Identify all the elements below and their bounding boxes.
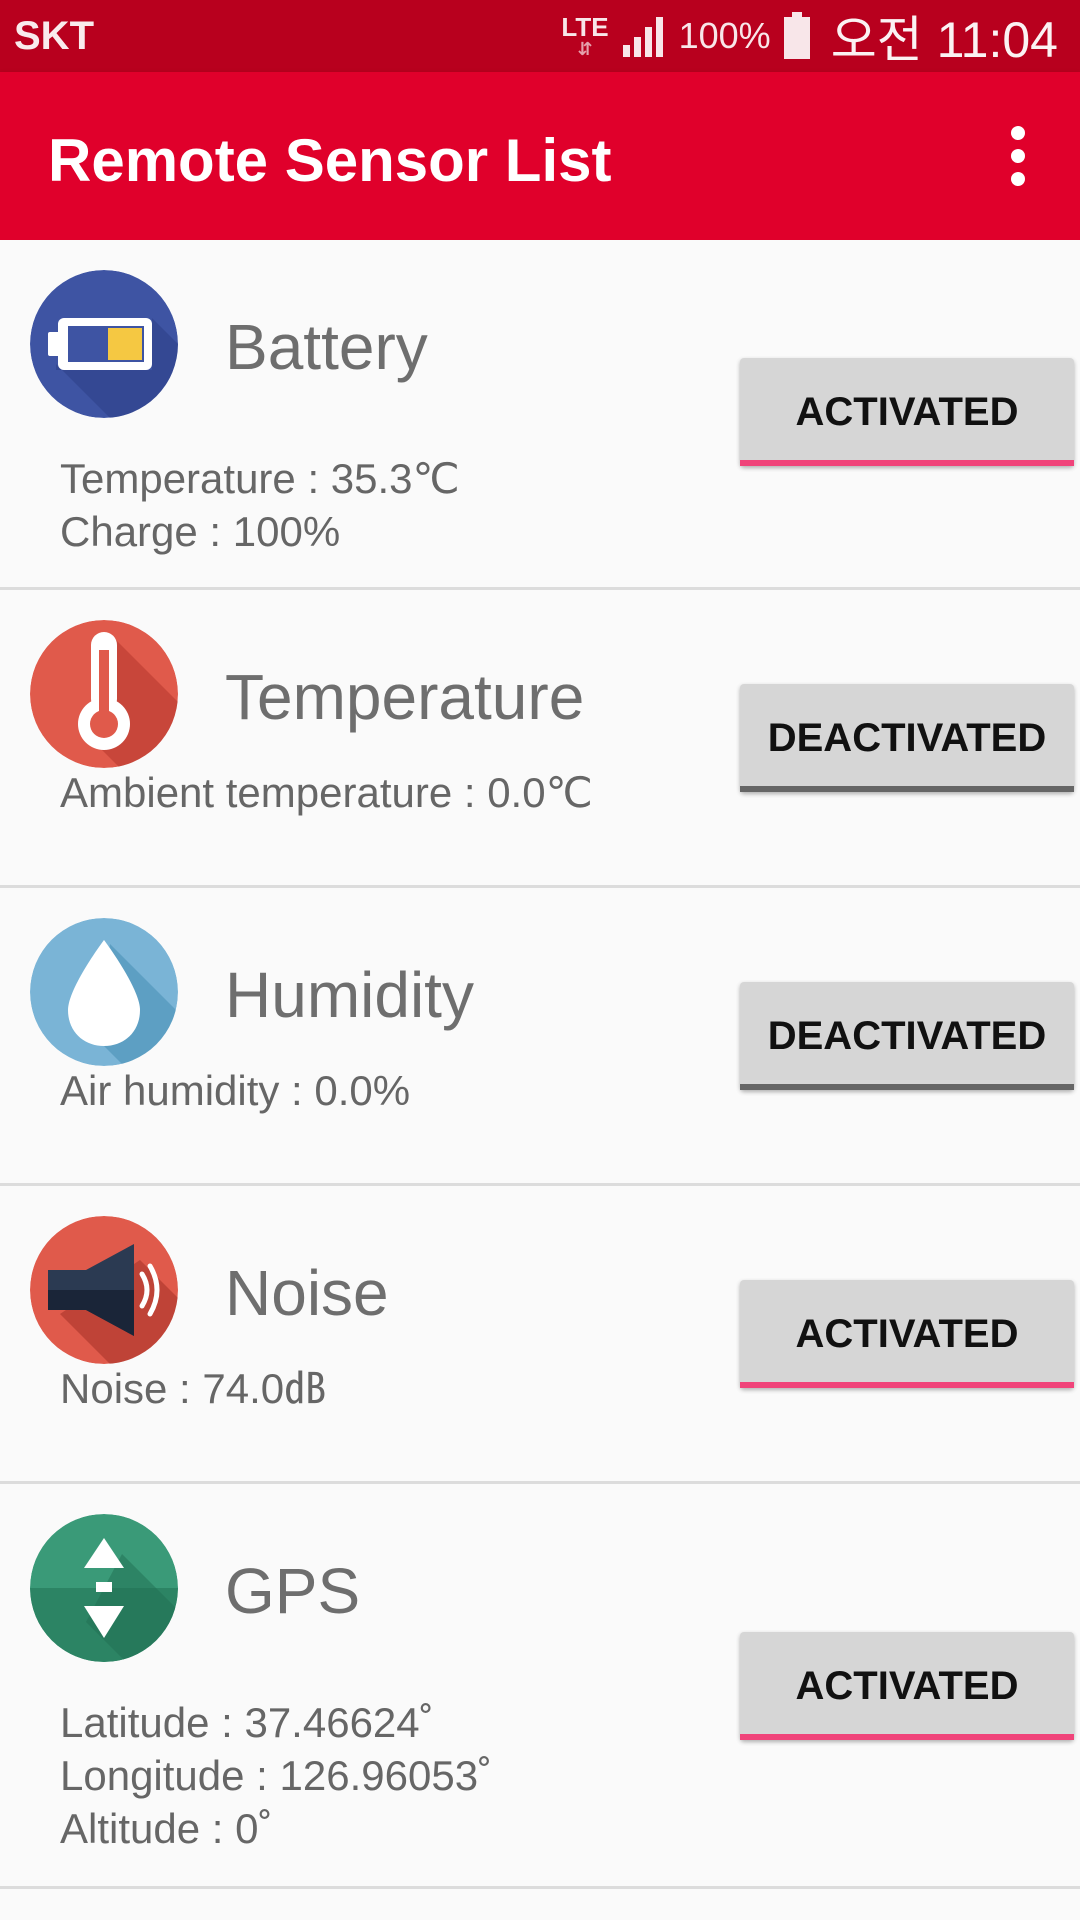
- battery-percent: 100%: [678, 15, 771, 56]
- battery-toggle-button[interactable]: ACTIVATED: [740, 358, 1074, 466]
- detail-line: Ambient temperature : 0.0℃: [60, 769, 593, 816]
- detail-line: Temperature : 35.3℃: [60, 455, 460, 502]
- sensor-details: Temperature : 35.3℃ Charge : 100%: [60, 452, 460, 558]
- status-bar: SKT LTE ⇵ 100% 오전 11:04: [0, 0, 1080, 72]
- temperature-toggle-button[interactable]: DEACTIVATED: [740, 684, 1074, 792]
- sensor-name: Humidity: [225, 959, 474, 1031]
- speaker-icon: [30, 1216, 178, 1364]
- sensor-details: Latitude : 37.46624˚ Longitude : 126.960…: [60, 1696, 492, 1855]
- water-drop-icon: [30, 918, 178, 1066]
- signal-icon: [622, 17, 663, 57]
- sensor-row-battery: Battery Temperature : 35.3℃ Charge : 100…: [0, 240, 1080, 590]
- clock: 오전 11:04: [830, 12, 1058, 68]
- gps-icon: [30, 1514, 178, 1662]
- sensor-name: Temperature: [225, 661, 585, 733]
- detail-line: Longitude : 126.96053˚: [60, 1752, 493, 1799]
- thermometer-icon: [30, 620, 178, 768]
- detail-line: Noise : 74.0㏈: [60, 1365, 327, 1412]
- more-vert-icon[interactable]: [996, 126, 1040, 186]
- sensor-row-temperature: Temperature Ambient temperature : 0.0℃ D…: [0, 590, 1080, 888]
- battery-icon: [30, 270, 178, 418]
- network-type-label: LTE: [561, 12, 609, 42]
- sensor-details: Ambient temperature : 0.0℃: [60, 766, 593, 819]
- detail-line: Altitude : 0˚: [60, 1805, 273, 1852]
- sensor-details: Noise : 74.0㏈: [60, 1362, 326, 1415]
- app-bar: Remote Sensor List: [0, 72, 1080, 240]
- carrier-label: SKT: [14, 14, 94, 58]
- detail-line: Air humidity : 0.0%: [60, 1067, 411, 1114]
- detail-line: Latitude : 37.46624˚: [60, 1699, 434, 1746]
- sensor-row-noise: Noise Noise : 74.0㏈ ACTIVATED: [0, 1186, 1080, 1484]
- lte-indicator: LTE ⇵: [561, 14, 608, 58]
- data-activity-icon: ⇵: [577, 39, 593, 59]
- sensor-row-humidity: Humidity Air humidity : 0.0% DEACTIVATED: [0, 888, 1080, 1186]
- page-title: Remote Sensor List: [48, 127, 612, 194]
- sensor-name: Noise: [225, 1257, 389, 1329]
- detail-line: Charge : 100%: [60, 508, 341, 555]
- noise-toggle-button[interactable]: ACTIVATED: [740, 1280, 1074, 1388]
- sensor-row-gps: GPS Latitude : 37.46624˚ Longitude : 126…: [0, 1484, 1080, 1889]
- sensor-name: GPS: [225, 1555, 361, 1627]
- humidity-toggle-button[interactable]: DEACTIVATED: [740, 982, 1074, 1090]
- battery-status-icon: [783, 12, 810, 59]
- gps-toggle-button[interactable]: ACTIVATED: [740, 1632, 1074, 1740]
- status-indicators: LTE ⇵ 100% 오전 11:04: [561, 6, 1058, 68]
- sensor-name: Battery: [225, 311, 428, 383]
- sensor-details: Air humidity : 0.0%: [60, 1064, 410, 1117]
